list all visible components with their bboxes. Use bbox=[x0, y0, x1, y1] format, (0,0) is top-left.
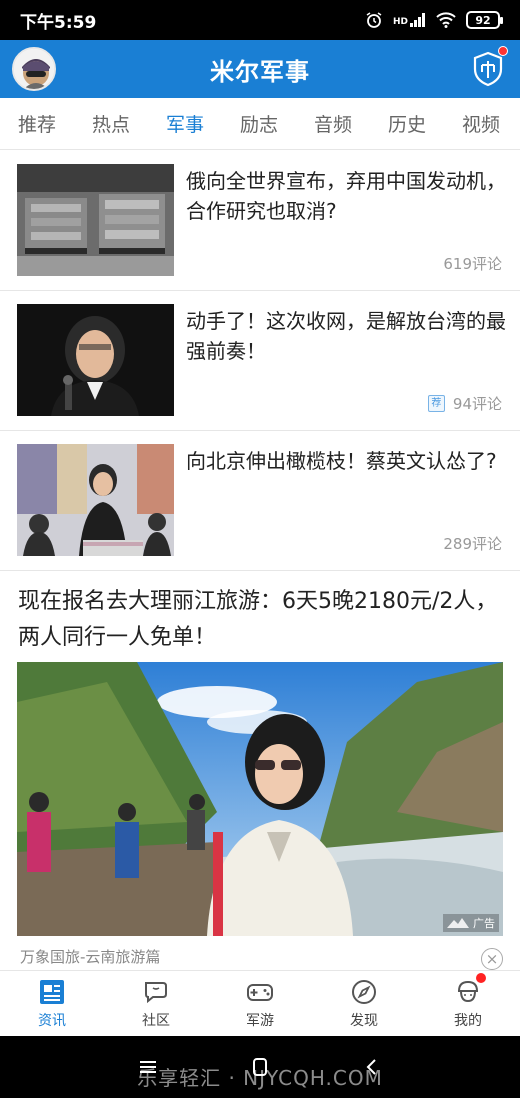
tab-video[interactable]: 视频 bbox=[444, 110, 518, 137]
notification-dot bbox=[498, 46, 508, 56]
news-meta: 289评论 bbox=[443, 533, 502, 554]
nav-discover-label: 发现 bbox=[350, 1013, 378, 1029]
nav-profile-label: 我的 bbox=[454, 1013, 482, 1029]
tab-audio[interactable]: 音频 bbox=[296, 110, 370, 137]
ad-image[interactable]: 广告 bbox=[17, 662, 503, 936]
news-item[interactable]: 俄向全世界宣布，弃用中国发动机，合作研究也取消? 619评论 bbox=[0, 151, 520, 291]
ad-title: 现在报名去大理丽江旅游：6天5晚2180元/2人，两人同行一人免单！ bbox=[18, 589, 498, 650]
nav-community[interactable]: 社区 bbox=[104, 971, 208, 1036]
ad-close-button[interactable]: × bbox=[481, 948, 503, 970]
tab-inspiration[interactable]: 励志 bbox=[222, 110, 296, 137]
news-meta: 619评论 bbox=[443, 253, 502, 274]
shield-button[interactable] bbox=[470, 46, 508, 88]
ad-tag-label: 广告 bbox=[473, 917, 495, 930]
ad-source: 万象国旅-云南旅游篇 bbox=[20, 948, 161, 966]
battery-icon: 92 bbox=[466, 11, 503, 29]
category-tabs: 推荐 热点 军事 励志 音频 历史 视频 bbox=[0, 98, 520, 150]
recommend-badge: 荐 bbox=[427, 395, 445, 412]
status-icons: HD 92 bbox=[365, 11, 503, 29]
status-time: 下午5:59 bbox=[20, 12, 97, 33]
battery-level: 92 bbox=[475, 13, 491, 27]
watermark: 乐享轻汇 · NJYCQH.COM bbox=[137, 1066, 383, 1090]
tab-military[interactable]: 军事 bbox=[148, 110, 222, 137]
news-headline: 俄向全世界宣布，弃用中国发动机，合作研究也取消? bbox=[186, 169, 506, 223]
signal-icon: HD bbox=[393, 13, 426, 27]
nav-community-label: 社区 bbox=[142, 1013, 170, 1029]
status-bar: 下午5:59 HD 92 bbox=[0, 0, 520, 40]
comment-count: 619评论 bbox=[443, 255, 502, 273]
alarm-icon bbox=[366, 12, 382, 28]
wifi-icon bbox=[436, 12, 456, 28]
nav-news-label: 资讯 bbox=[38, 1013, 66, 1029]
news-headline: 动手了！这次收网，是解放台湾的最强前奏！ bbox=[186, 309, 506, 363]
ad-card[interactable]: 现在报名去大理丽江旅游：6天5晚2180元/2人，两人同行一人免单！ 广告 万象… bbox=[0, 570, 520, 970]
news-item[interactable]: 向北京伸出橄榄枝！蔡英文认怂了? 289评论 bbox=[0, 431, 520, 571]
news-headline: 向北京伸出橄榄枝！蔡英文认怂了? bbox=[186, 449, 497, 473]
app-header: 米尔军事 bbox=[0, 40, 520, 98]
comment-count: 94评论 bbox=[452, 395, 502, 413]
news-thumbnail-podium bbox=[17, 444, 174, 556]
ad-tag: 广告 bbox=[443, 914, 499, 932]
nav-games-label: 军游 bbox=[246, 1013, 274, 1029]
tab-hot[interactable]: 热点 bbox=[74, 110, 148, 137]
news-thumbnail-engines bbox=[17, 164, 174, 276]
app-title: 米尔军事 bbox=[210, 57, 310, 86]
chat-bubble-icon bbox=[145, 982, 167, 1004]
tab-history[interactable]: 历史 bbox=[370, 110, 444, 137]
nav-profile[interactable]: 我的 bbox=[416, 971, 520, 1036]
news-thumbnail-speaker bbox=[17, 304, 174, 416]
nav-games[interactable]: 军游 bbox=[208, 971, 312, 1036]
bottom-nav: 资讯 社区 军游 发现 我的 bbox=[0, 970, 520, 1036]
news-meta: 荐 94评论 bbox=[427, 393, 502, 414]
notification-dot bbox=[476, 973, 486, 983]
nav-news[interactable]: 资讯 bbox=[0, 971, 104, 1036]
comment-count: 289评论 bbox=[443, 535, 502, 553]
news-item[interactable]: 动手了！这次收网，是解放台湾的最强前奏！ 荐 94评论 bbox=[0, 291, 520, 431]
compass-icon bbox=[352, 980, 376, 1004]
tab-recommend[interactable]: 推荐 bbox=[0, 110, 74, 137]
news-icon bbox=[40, 980, 64, 1004]
avatar[interactable] bbox=[12, 47, 56, 91]
nav-discover[interactable]: 发现 bbox=[312, 971, 416, 1036]
gamepad-icon bbox=[247, 984, 273, 1001]
network-type: HD bbox=[392, 17, 408, 27]
